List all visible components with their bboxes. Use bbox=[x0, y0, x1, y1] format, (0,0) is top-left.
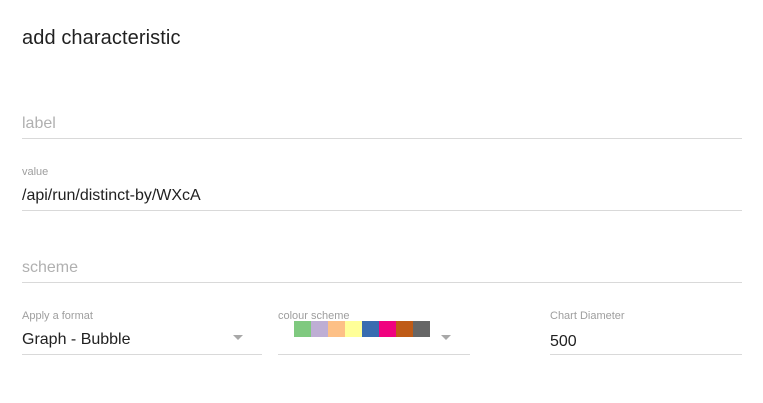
chart-diameter-input[interactable]: 500 bbox=[550, 332, 577, 352]
label-field[interactable]: label bbox=[22, 108, 742, 139]
format-label: Apply a format bbox=[22, 310, 93, 322]
colour-scheme-select[interactable]: colour scheme bbox=[278, 310, 470, 355]
chart-diameter-label: Chart Diameter bbox=[550, 310, 625, 322]
value-input[interactable]: /api/run/distinct-by/WXcA bbox=[22, 186, 201, 206]
colour-swatch bbox=[328, 321, 345, 337]
colour-scheme-swatches bbox=[294, 321, 430, 337]
colour-swatch bbox=[362, 321, 379, 337]
dialog-title: add characteristic bbox=[22, 27, 181, 49]
scheme-placeholder: scheme bbox=[22, 259, 79, 276]
colour-swatch bbox=[413, 321, 430, 337]
colour-swatch bbox=[294, 321, 311, 337]
colour-swatch bbox=[345, 321, 362, 337]
value-field[interactable]: value /api/run/distinct-by/WXcA bbox=[22, 166, 742, 211]
add-characteristic-dialog: add characteristic label value /api/run/… bbox=[0, 0, 763, 403]
label-placeholder: label bbox=[22, 115, 56, 132]
colour-swatch bbox=[396, 321, 413, 337]
colour-swatch bbox=[379, 321, 396, 337]
format-select[interactable]: Apply a format Graph - Bubble bbox=[22, 310, 262, 355]
chevron-down-icon[interactable] bbox=[441, 335, 451, 340]
chevron-down-icon[interactable] bbox=[233, 335, 243, 340]
format-selected-value: Graph - Bubble bbox=[22, 331, 131, 348]
scheme-field[interactable]: scheme bbox=[22, 252, 742, 283]
value-label: value bbox=[22, 166, 49, 178]
colour-swatch bbox=[311, 321, 328, 337]
chart-diameter-field[interactable]: Chart Diameter 500 bbox=[550, 310, 742, 355]
